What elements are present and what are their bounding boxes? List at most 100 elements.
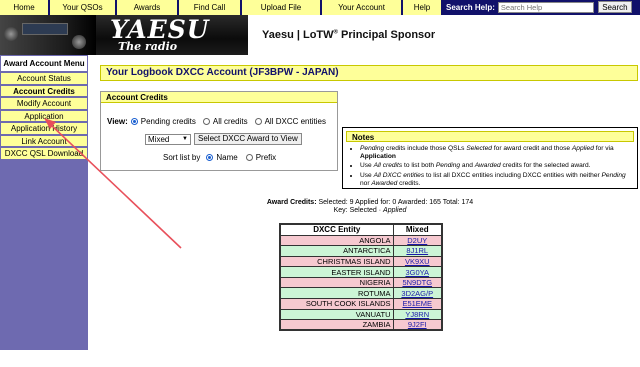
radio-display (22, 23, 68, 35)
note-item: Use All DXCC entities to list all DXCC e… (360, 172, 637, 188)
search-help-label: Search Help: (446, 3, 495, 12)
note-item: Pending credits include those QSLs Selec… (360, 145, 637, 161)
search-help-input[interactable] (497, 2, 594, 13)
award-credits-counts: Selected: 9 Applied for: 0 Awarded: 165 … (318, 199, 474, 206)
table-row: SOUTH COOK ISLANDS E51EME (279, 298, 443, 310)
table-row: ZAMBIA 9J2FI (279, 319, 443, 331)
mixed-cell: D2UY (392, 234, 443, 247)
qsl-callsign-link[interactable]: 3G0YA (405, 268, 429, 277)
sidebar-item-application-history[interactable]: Application History (0, 122, 88, 135)
key-applied: Applied (383, 207, 407, 214)
radio-sort-name[interactable] (206, 154, 214, 161)
radio-label: Prefix (255, 153, 277, 162)
qsl-callsign-link[interactable]: E51EME (402, 299, 432, 308)
table-row: VANUATU YJ8RN (279, 308, 443, 321)
sidebar-item-account-status[interactable]: Account Status (0, 72, 88, 85)
view-label: View: (107, 117, 128, 126)
table-row: CHRISTMAS ISLAND VK9XU (279, 255, 443, 268)
sponsor-prefix: Yaesu | LoTW (262, 29, 334, 41)
chevron-down-icon: ▼ (182, 136, 188, 142)
sidebar: Award Account Menu Account Status Accoun… (0, 55, 88, 350)
radio-all-credits[interactable] (202, 118, 210, 125)
key-line: Key: Selected · Applied (200, 207, 540, 215)
radio-label: All DXCC entities (264, 117, 326, 126)
sort-label: Sort list by (163, 153, 201, 162)
logo-subtitle: The radio (118, 40, 178, 53)
column-header-entity: DXCC Entity (279, 223, 394, 236)
note-item: Use All credits to list both Pending and… (360, 162, 637, 170)
sponsor-heading: Yaesu | LoTW® Principal Sponsor (262, 29, 435, 41)
column-header-mixed: Mixed (392, 223, 443, 236)
table-row: EASTER ISLAND 3G0YA (279, 266, 443, 278)
qsl-callsign-link[interactable]: D2UY (407, 236, 427, 245)
key-label: Key: (333, 207, 348, 214)
radio-knob-icon (72, 35, 86, 49)
sidebar-item-account-credits[interactable]: Account Credits (0, 84, 88, 97)
table-header-row: DXCC Entity Mixed (279, 223, 443, 236)
radio-label: All credits (212, 117, 248, 126)
logo-text: YAESU (110, 15, 210, 44)
table-row: NIGERIA 5N9DTG (279, 276, 443, 289)
key-selected: Selected (349, 207, 377, 214)
radio-knob-icon (4, 27, 18, 41)
table-row: ROTUMA 3D2AG/P (279, 287, 443, 300)
award-select-row: Mixed ▼ Select DXCC Award to View (145, 133, 302, 145)
radio-label: Pending credits (140, 117, 196, 126)
sidebar-item-modify-account[interactable]: Modify Account (0, 97, 88, 110)
qsl-callsign-link[interactable]: 3D2AG/P (401, 289, 433, 298)
dxcc-entity-cell: NIGERIA (279, 276, 394, 289)
sidebar-item-application[interactable]: Application (0, 109, 88, 122)
dxcc-entity-cell: SOUTH COOK ISLANDS (279, 298, 394, 310)
qsl-callsign-link[interactable]: 5N9DTG (402, 278, 432, 287)
table-row: ANTARCTICA 8J1RL (279, 245, 443, 257)
sidebar-title: Award Account Menu (0, 55, 88, 72)
award-type-select[interactable]: Mixed ▼ (145, 133, 191, 145)
select-dxcc-award-button[interactable]: Select DXCC Award to View (194, 133, 302, 145)
qsl-callsign-link[interactable]: VK9XU (405, 257, 430, 266)
view-options-row: View: Pending credits All credits All DX… (107, 117, 326, 126)
radio-pending-credits[interactable] (130, 118, 138, 125)
dxcc-entity-cell: EASTER ISLAND (279, 266, 394, 278)
nav-your-account[interactable]: Your Account (322, 0, 403, 15)
sort-row: Sort list by Name Prefix (163, 153, 276, 162)
radio-sort-prefix[interactable] (245, 154, 253, 161)
qsl-callsign-link[interactable]: 9J2FI (408, 320, 427, 329)
nav-help[interactable]: Help (403, 0, 443, 15)
dxcc-credits-table: DXCC Entity Mixed ANGOLA D2UY ANTARCTICA 8J… (279, 223, 443, 332)
mixed-cell: 8J1RL (392, 245, 443, 257)
sidebar-item-dxcc-qsl-download[interactable]: DXCC QSL Download (0, 147, 88, 160)
account-credits-panel: Account Credits View: Pending credits Al… (100, 91, 338, 171)
yaesu-logo[interactable]: YAESU The radio (0, 15, 248, 55)
notes-list: Pending credits include those QSLs Selec… (343, 145, 637, 188)
account-credits-heading: Account Credits (101, 92, 337, 103)
qsl-callsign-link[interactable]: 8J1RL (406, 246, 428, 255)
notes-heading: Notes (346, 131, 634, 142)
mixed-cell: 5N9DTG (392, 276, 443, 289)
radio-all-dxcc-entities[interactable] (254, 118, 262, 125)
nav-your-qsos[interactable]: Your QSOs (50, 0, 117, 15)
award-credits-summary: Award Credits: Selected: 9 Applied for: … (200, 199, 540, 215)
mixed-cell: VK9XU (392, 255, 443, 268)
notes-panel: Notes Pending credits include those QSLs… (342, 127, 638, 189)
top-nav: Home Your QSOs Awards Find Call Upload F… (0, 0, 640, 15)
sponsor-suffix: Principal Sponsor (337, 29, 436, 41)
dxcc-entity-cell: ANTARCTICA (279, 245, 394, 257)
mixed-cell: 3D2AG/P (392, 287, 443, 300)
table-row: ANGOLA D2UY (279, 234, 443, 247)
sidebar-item-link-account[interactable]: Link Account (0, 134, 88, 147)
mixed-cell: YJ8RN (392, 308, 443, 321)
nav-upload-file[interactable]: Upload File (242, 0, 322, 15)
nav-awards[interactable]: Awards (117, 0, 179, 15)
banner: YAESU The radio Yaesu | LoTW® Principal … (0, 15, 640, 55)
dxcc-entity-cell: ANGOLA (279, 234, 394, 247)
page-title: Your Logbook DXCC Account (JF3BPW - JAPA… (100, 65, 638, 81)
nav-find-call[interactable]: Find Call (179, 0, 242, 15)
radio-label: Name (216, 153, 238, 162)
mixed-cell: E51EME (392, 298, 443, 310)
dxcc-entity-cell: ROTUMA (279, 287, 394, 300)
search-button[interactable]: Search (597, 1, 632, 13)
qsl-callsign-link[interactable]: YJ8RN (405, 310, 429, 319)
nav-home[interactable]: Home (0, 0, 50, 15)
award-credits-label: Award Credits: (266, 199, 317, 206)
mixed-cell: 3G0YA (392, 266, 443, 278)
